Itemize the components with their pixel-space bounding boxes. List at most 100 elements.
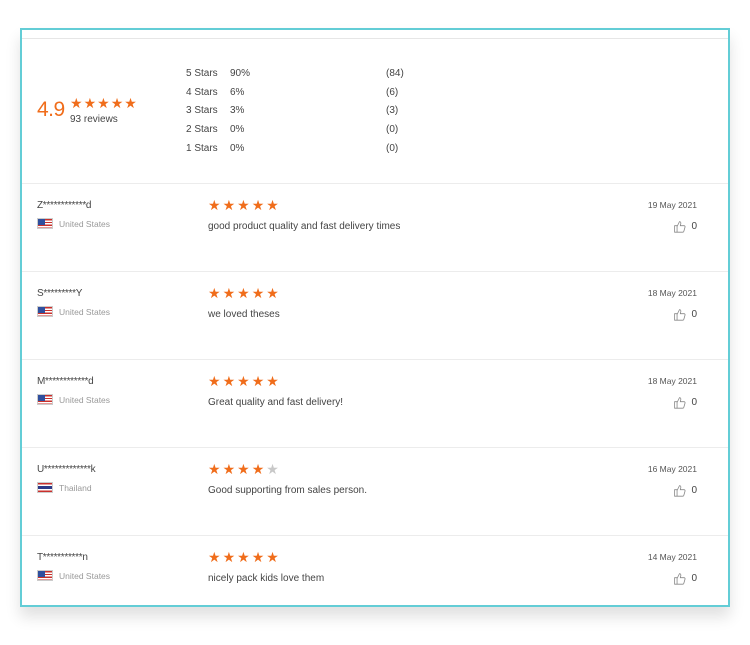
star-icon: ★ — [208, 461, 221, 477]
star-empty-icon: ★ — [266, 461, 279, 477]
rating-histogram: 5 Stars 90% (84) 4 Stars 6% (6) 3 Stars … — [186, 68, 416, 161]
review-item: M************d United States ★ ★ ★ ★ ★ G… — [22, 360, 728, 448]
review-date: 16 May 2021 — [647, 464, 697, 474]
us-flag-icon — [37, 570, 53, 581]
histogram-percent: 0% — [230, 124, 245, 136]
star-icon: ★ — [251, 549, 265, 565]
reviewer-name: M************d — [37, 376, 94, 387]
like-count: 0 — [691, 397, 697, 408]
thumbs-up-icon[interactable] — [673, 220, 686, 233]
review-item: Z************d United States ★ ★ ★ ★ ★ g… — [22, 184, 728, 272]
review-text: Great quality and fast delivery! — [208, 397, 344, 408]
histogram-row[interactable]: 5 Stars 90% (84) — [186, 68, 416, 87]
reviewer-country: United States — [37, 218, 110, 229]
review-item: U*************k Thailand ★ ★ ★ ★ ★ Good … — [22, 448, 728, 536]
country-name: United States — [59, 394, 111, 405]
histogram-label: 2 Stars — [186, 124, 218, 136]
histogram-percent: 0% — [230, 142, 245, 154]
histogram-label: 4 Stars — [186, 86, 218, 98]
average-rating: 4.9 — [37, 98, 65, 121]
review-date: 19 May 2021 — [647, 200, 697, 210]
review-date: 18 May 2021 — [647, 376, 697, 386]
star-icon: ★ — [237, 461, 250, 477]
histogram-count: (0) — [386, 142, 399, 154]
reviewer-name: T***********n — [37, 552, 88, 563]
review-text: we loved theses — [208, 309, 280, 320]
star-icon: ★ — [208, 285, 221, 301]
review-date: 14 May 2021 — [647, 552, 697, 562]
star-icon: ★ — [251, 285, 265, 301]
helpful-button[interactable]: 0 — [673, 396, 697, 409]
star-icon: ★ — [222, 461, 236, 477]
review-item: S*********Y United States ★ ★ ★ ★ ★ we l… — [22, 272, 728, 360]
star-icon: ★ — [208, 197, 221, 213]
review-item: T***********n United States ★ ★ ★ ★ ★ ni… — [22, 536, 728, 605]
review-stars: ★ ★ ★ ★ ★ — [208, 374, 279, 388]
country-name: United States — [59, 306, 111, 317]
reviewer-country: United States — [37, 394, 110, 405]
review-date: 18 May 2021 — [647, 288, 697, 298]
thumbs-up-icon[interactable] — [673, 572, 686, 585]
thumbs-up-icon[interactable] — [673, 396, 686, 409]
star-icon: ★ — [251, 461, 265, 477]
histogram-count: (0) — [386, 124, 399, 136]
histogram-count: (3) — [386, 105, 399, 117]
star-icon: ★ — [266, 285, 279, 301]
star-icon: ★ — [222, 285, 236, 301]
reviewer-name: Z************d — [37, 200, 92, 211]
review-count: 93 reviews — [70, 114, 118, 125]
reviewer-country: United States — [37, 306, 110, 317]
star-icon: ★ — [97, 95, 110, 111]
star-icon: ★ — [222, 549, 236, 565]
review-stars: ★ ★ ★ ★ ★ — [208, 198, 279, 212]
helpful-button[interactable]: 0 — [673, 308, 697, 321]
histogram-row[interactable]: 3 Stars 3% (3) — [186, 105, 416, 124]
histogram-percent: 6% — [230, 86, 245, 98]
review-text: good product quality and fast delivery t… — [208, 221, 401, 232]
histogram-count: (6) — [386, 86, 399, 98]
average-stars: ★ ★ ★ ★ ★ — [70, 96, 137, 110]
star-icon: ★ — [237, 373, 250, 389]
like-count: 0 — [691, 573, 697, 584]
star-icon: ★ — [251, 197, 265, 213]
review-stars: ★ ★ ★ ★ ★ — [208, 550, 279, 564]
us-flag-icon — [37, 306, 53, 317]
us-flag-icon — [37, 218, 53, 229]
review-text: Good supporting from sales person. — [208, 485, 367, 496]
star-icon: ★ — [237, 285, 250, 301]
histogram-row[interactable]: 2 Stars 0% (0) — [186, 124, 416, 143]
star-icon: ★ — [208, 549, 221, 565]
star-icon: ★ — [83, 95, 97, 111]
histogram-row[interactable]: 1 Stars 0% (0) — [186, 143, 416, 162]
star-icon: ★ — [110, 95, 124, 111]
histogram-row[interactable]: 4 Stars 6% (6) — [186, 87, 416, 106]
review-stars: ★ ★ ★ ★ ★ — [208, 286, 279, 300]
thumbs-up-icon[interactable] — [673, 484, 686, 497]
like-count: 0 — [691, 485, 697, 496]
reviewer-country: United States — [37, 570, 110, 581]
star-icon: ★ — [237, 549, 250, 565]
review-stars: ★ ★ ★ ★ ★ — [208, 462, 279, 476]
country-name: Thailand — [59, 482, 92, 493]
helpful-button[interactable]: 0 — [673, 484, 697, 497]
star-icon: ★ — [222, 197, 236, 213]
thumbs-up-icon[interactable] — [673, 308, 686, 321]
star-icon: ★ — [222, 373, 236, 389]
like-count: 0 — [691, 221, 697, 232]
reviewer-name: U*************k — [37, 464, 96, 475]
star-icon: ★ — [266, 373, 279, 389]
country-name: United States — [59, 570, 111, 581]
histogram-label: 5 Stars — [186, 68, 218, 79]
histogram-percent: 3% — [230, 105, 245, 117]
helpful-button[interactable]: 0 — [673, 220, 697, 233]
rating-summary: 4.9 ★ ★ ★ ★ ★ 93 reviews 5 Stars 90% (84… — [22, 30, 728, 185]
reviews-panel: 4.9 ★ ★ ★ ★ ★ 93 reviews 5 Stars 90% (84… — [20, 28, 730, 607]
star-icon: ★ — [124, 95, 137, 111]
star-icon: ★ — [208, 373, 221, 389]
helpful-button[interactable]: 0 — [673, 572, 697, 585]
star-icon: ★ — [266, 197, 279, 213]
histogram-label: 3 Stars — [186, 105, 218, 117]
country-name: United States — [59, 218, 111, 229]
star-icon: ★ — [251, 373, 265, 389]
us-flag-icon — [37, 394, 53, 405]
